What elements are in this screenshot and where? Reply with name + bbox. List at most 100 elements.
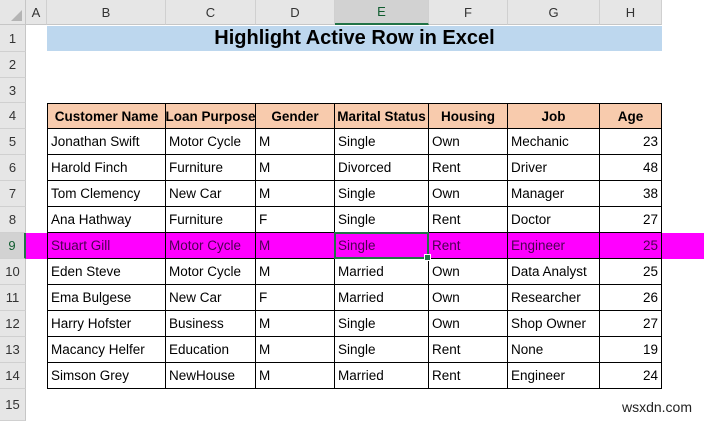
table-cell[interactable]: M — [256, 337, 335, 363]
table-cell[interactable]: Own — [429, 285, 508, 311]
table-cell[interactable]: Tom Clemency — [47, 181, 166, 207]
table-cell[interactable]: New Car — [166, 285, 256, 311]
table-cell[interactable]: Single — [335, 207, 429, 233]
table-cell[interactable]: 26 — [600, 285, 662, 311]
row-header-6[interactable]: 6 — [0, 155, 26, 181]
table-cell[interactable]: 24 — [600, 363, 662, 389]
column-header-D[interactable]: D — [256, 0, 335, 25]
table-cell[interactable]: Married — [335, 285, 429, 311]
table-cell[interactable]: NewHouse — [166, 363, 256, 389]
row-header-4[interactable]: 4 — [0, 103, 26, 129]
table-cell[interactable]: Education — [166, 337, 256, 363]
header-cell[interactable]: Customer Name — [47, 103, 166, 129]
table-cell[interactable]: Own — [429, 259, 508, 285]
table-cell[interactable]: 27 — [600, 311, 662, 337]
column-header-E[interactable]: E — [335, 0, 429, 25]
table-cell[interactable]: None — [508, 337, 600, 363]
table-cell[interactable]: Ana Hathway — [47, 207, 166, 233]
row-header-12[interactable]: 12 — [0, 311, 26, 337]
table-cell[interactable]: Harold Finch — [47, 155, 166, 181]
header-cell[interactable]: Marital Status — [335, 103, 429, 129]
row-header-5[interactable]: 5 — [0, 129, 26, 155]
table-cell[interactable]: M — [256, 181, 335, 207]
table-cell[interactable]: Motor Cycle — [166, 233, 256, 259]
table-cell[interactable]: New Car — [166, 181, 256, 207]
table-cell[interactable]: Ema Bulgese — [47, 285, 166, 311]
table-cell[interactable]: Own — [429, 311, 508, 337]
table-cell[interactable]: Furniture — [166, 207, 256, 233]
row-header-14[interactable]: 14 — [0, 363, 26, 389]
table-cell[interactable]: Stuart Gill — [47, 233, 166, 259]
table-cell[interactable]: Shop Owner — [508, 311, 600, 337]
table-cell[interactable]: Rent — [429, 233, 508, 259]
row-header-10[interactable]: 10 — [0, 259, 26, 285]
table-cell[interactable]: Harry Hofster — [47, 311, 166, 337]
table-cell[interactable]: M — [256, 233, 335, 259]
column-header-H[interactable]: H — [600, 0, 662, 25]
table-cell[interactable]: Single — [335, 181, 429, 207]
row-header-15[interactable]: 15 — [0, 389, 26, 421]
table-cell[interactable]: Married — [335, 363, 429, 389]
table-cell[interactable]: Researcher — [508, 285, 600, 311]
header-cell[interactable]: Housing — [429, 103, 508, 129]
table-cell[interactable]: Rent — [429, 207, 508, 233]
table-cell[interactable]: Rent — [429, 363, 508, 389]
header-cell[interactable]: Job — [508, 103, 600, 129]
table-cell[interactable]: Motor Cycle — [166, 259, 256, 285]
column-header-B[interactable]: B — [47, 0, 166, 25]
table-cell[interactable]: 27 — [600, 207, 662, 233]
table-cell[interactable]: M — [256, 311, 335, 337]
table-cell[interactable]: F — [256, 285, 335, 311]
table-cell[interactable]: Jonathan Swift — [47, 129, 166, 155]
table-cell[interactable]: F — [256, 207, 335, 233]
table-cell[interactable]: Engineer — [508, 233, 600, 259]
table-cell[interactable]: Single — [335, 337, 429, 363]
row-header-9[interactable]: 9 — [0, 233, 26, 259]
table-cell[interactable]: 25 — [600, 259, 662, 285]
table-cell[interactable]: M — [256, 155, 335, 181]
header-cell[interactable]: Gender — [256, 103, 335, 129]
table-cell[interactable]: Data Analyst — [508, 259, 600, 285]
table-cell[interactable]: M — [256, 129, 335, 155]
table-cell[interactable]: Mechanic — [508, 129, 600, 155]
table-cell[interactable]: M — [256, 259, 335, 285]
table-cell[interactable]: Motor Cycle — [166, 129, 256, 155]
table-cell[interactable]: Engineer — [508, 363, 600, 389]
table-cell[interactable]: Manager — [508, 181, 600, 207]
table-cell[interactable]: Simson Grey — [47, 363, 166, 389]
table-cell[interactable]: M — [256, 363, 335, 389]
table-cell[interactable]: 25 — [600, 233, 662, 259]
table-cell[interactable]: Single — [335, 129, 429, 155]
column-header-G[interactable]: G — [508, 0, 600, 25]
row-header-8[interactable]: 8 — [0, 207, 26, 233]
table-cell[interactable]: 19 — [600, 337, 662, 363]
column-header-A[interactable]: A — [26, 0, 47, 25]
table-cell[interactable]: Macancy Helfer — [47, 337, 166, 363]
header-cell[interactable]: Loan Purpose — [166, 103, 256, 129]
table-cell[interactable]: Doctor — [508, 207, 600, 233]
row-header-2[interactable]: 2 — [0, 52, 26, 78]
row-header-7[interactable]: 7 — [0, 181, 26, 207]
row-header-13[interactable]: 13 — [0, 337, 26, 363]
table-cell[interactable]: 48 — [600, 155, 662, 181]
table-cell[interactable]: 38 — [600, 181, 662, 207]
header-cell[interactable]: Age — [600, 103, 662, 129]
table-cell[interactable]: Single — [335, 311, 429, 337]
table-cell[interactable]: Own — [429, 129, 508, 155]
table-cell[interactable]: Furniture — [166, 155, 256, 181]
table-cell[interactable]: Own — [429, 181, 508, 207]
select-all-button[interactable] — [0, 0, 26, 25]
row-header-1[interactable]: 1 — [0, 25, 26, 52]
table-cell[interactable]: Divorced — [335, 155, 429, 181]
table-cell[interactable]: Business — [166, 311, 256, 337]
column-header-F[interactable]: F — [429, 0, 508, 25]
table-cell[interactable]: 23 — [600, 129, 662, 155]
table-cell[interactable]: Eden Steve — [47, 259, 166, 285]
table-cell[interactable]: Rent — [429, 337, 508, 363]
table-cell[interactable]: Married — [335, 259, 429, 285]
table-cell[interactable]: Rent — [429, 155, 508, 181]
table-cell[interactable]: Driver — [508, 155, 600, 181]
row-header-11[interactable]: 11 — [0, 285, 26, 311]
column-header-C[interactable]: C — [166, 0, 256, 25]
row-header-3[interactable]: 3 — [0, 78, 26, 103]
